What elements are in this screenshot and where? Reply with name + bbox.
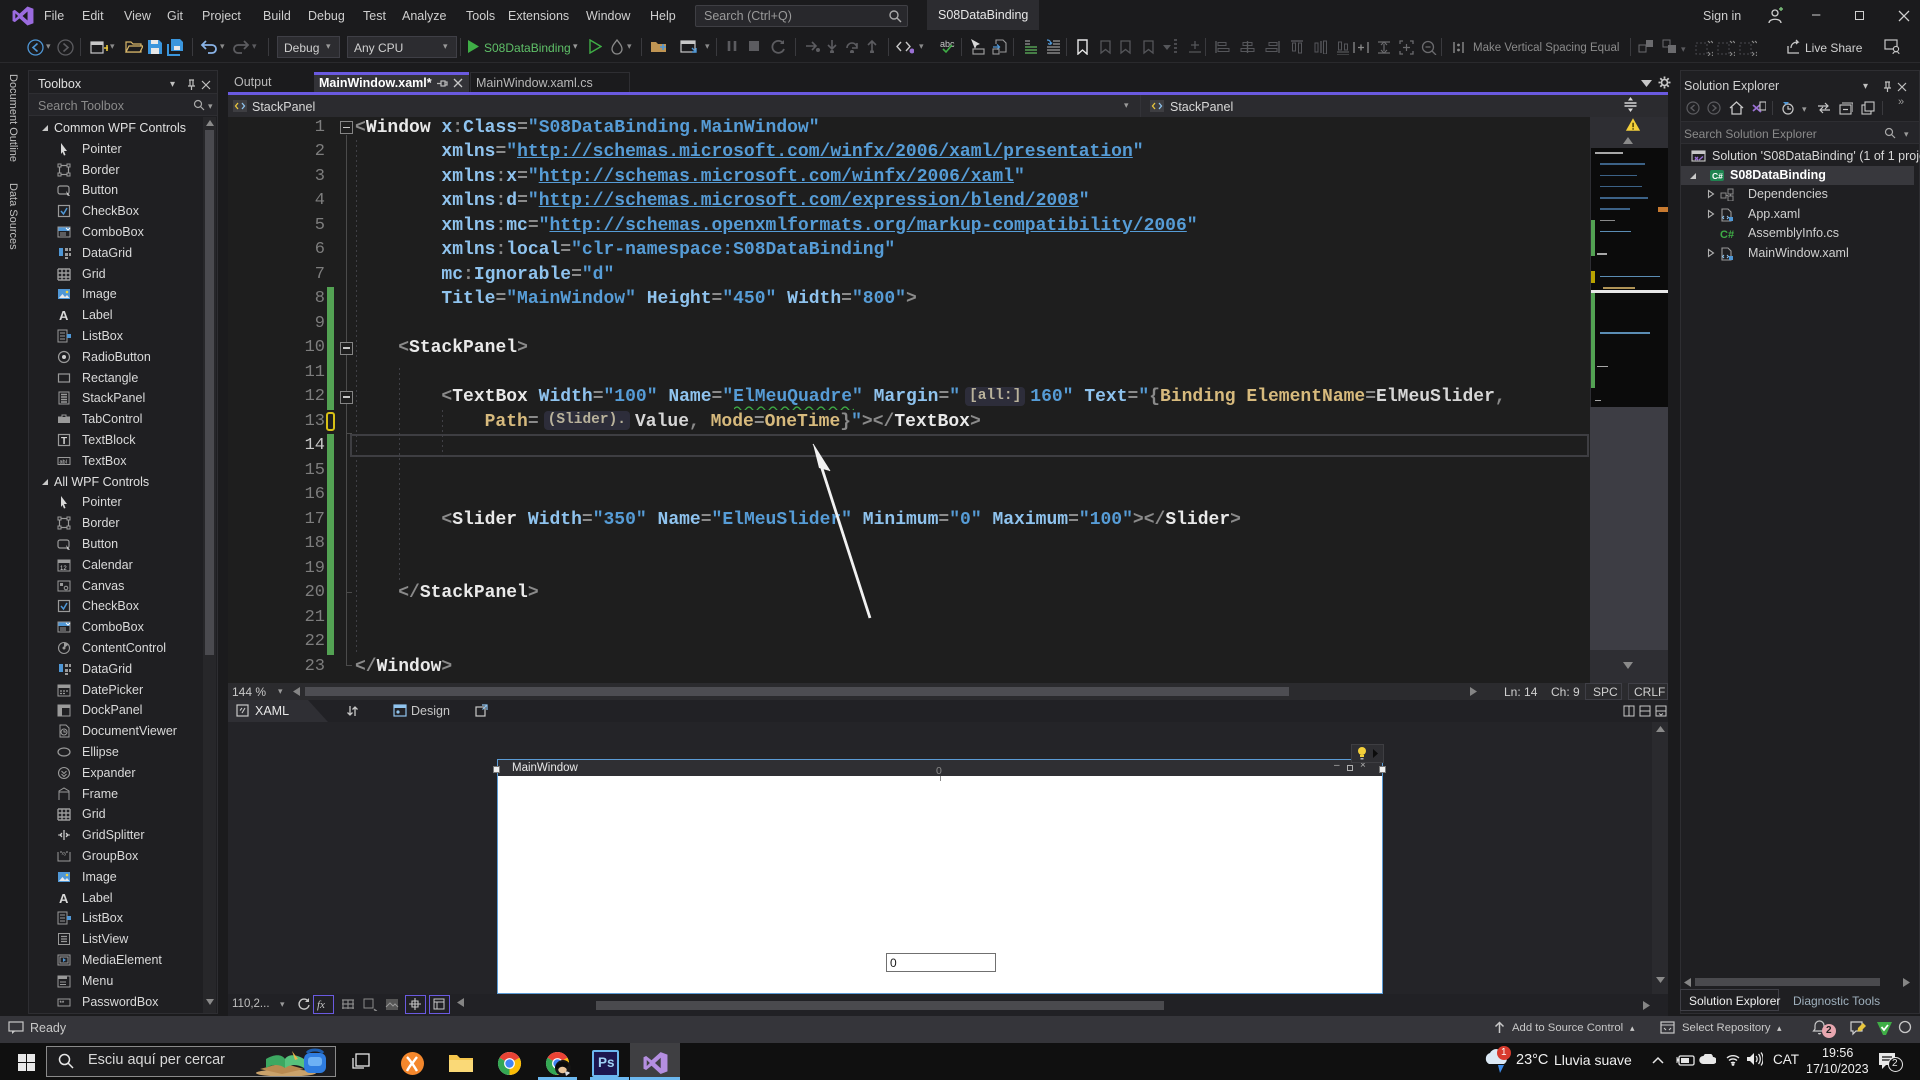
svg-text:abc: abc (940, 39, 955, 49)
svg-text:fx: fx (317, 999, 325, 1011)
svg-text:12: 12 (60, 566, 67, 572)
svg-text:**: ** (60, 1001, 65, 1007)
svg-text:A: A (59, 891, 69, 905)
svg-text:xy: xy (62, 851, 68, 857)
svg-text:abl: abl (60, 459, 67, 465)
svg-text:T: T (61, 436, 67, 447)
svg-text:C#: C# (1712, 171, 1723, 181)
svg-text:C#: C# (1720, 229, 1734, 240)
svg-text:A: A (59, 308, 69, 322)
